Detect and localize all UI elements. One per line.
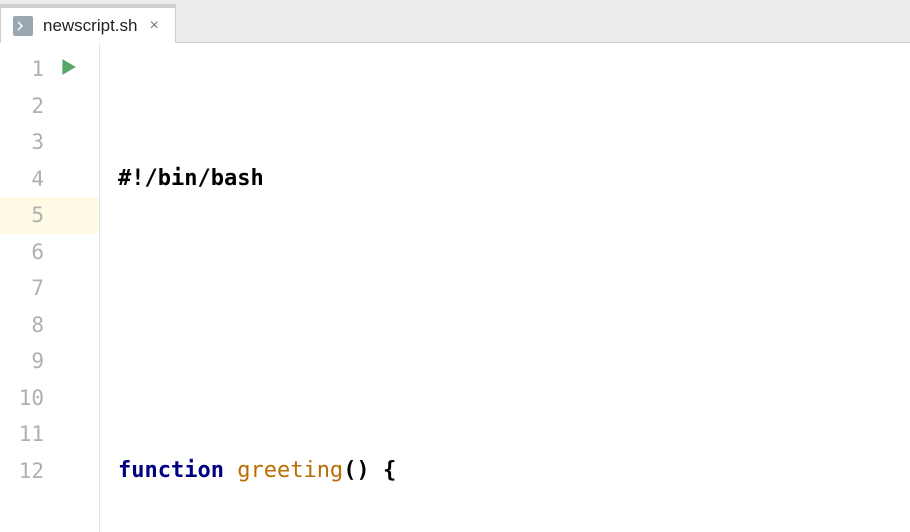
run-gutter-icon[interactable]	[44, 57, 92, 81]
gutter-line: 11	[0, 416, 99, 453]
gutter-line: 2	[0, 88, 99, 125]
gutter-line: 12	[0, 453, 99, 490]
line-number: 11	[0, 422, 44, 446]
line-number: 7	[0, 276, 44, 300]
gutter-line: 1	[0, 51, 99, 88]
editor-area: 1 2 3 4 5 6 7 8 9 10 11 12 #!/bin/bash f…	[0, 43, 910, 532]
shell-file-icon	[13, 16, 33, 36]
close-icon[interactable]: ×	[147, 17, 160, 35]
line-number: 6	[0, 240, 44, 264]
parens: ()	[343, 453, 370, 490]
line-number: 9	[0, 349, 44, 373]
gutter-line: 6	[0, 234, 99, 271]
line-number: 5	[0, 203, 44, 227]
gutter-line: 9	[0, 343, 99, 380]
code-content[interactable]: #!/bin/bash function greeting() { hello=…	[100, 43, 910, 532]
tab-bar: newscript.sh ×	[0, 0, 910, 43]
line-number: 8	[0, 313, 44, 337]
gutter: 1 2 3 4 5 6 7 8 9 10 11 12	[0, 43, 100, 532]
gutter-line: 10	[0, 380, 99, 417]
line-number: 10	[0, 386, 44, 410]
shebang: #!/bin/bash	[118, 161, 264, 198]
line-number: 4	[0, 167, 44, 191]
gutter-line: 7	[0, 270, 99, 307]
tab-filename: newscript.sh	[43, 16, 137, 36]
line-number: 3	[0, 130, 44, 154]
gutter-line: 5	[0, 197, 99, 234]
keyword-function: function	[118, 453, 224, 490]
editor-tab[interactable]: newscript.sh ×	[0, 4, 176, 43]
code-line: #!/bin/bash	[118, 161, 910, 198]
line-number: 2	[0, 94, 44, 118]
line-number: 12	[0, 459, 44, 483]
code-line	[118, 307, 910, 344]
function-name: greeting	[237, 453, 343, 490]
gutter-line: 8	[0, 307, 99, 344]
line-number: 1	[0, 57, 44, 81]
code-line: function greeting() {	[118, 453, 910, 490]
gutter-line: 4	[0, 161, 99, 198]
gutter-line: 3	[0, 124, 99, 161]
brace-open: {	[383, 453, 396, 490]
